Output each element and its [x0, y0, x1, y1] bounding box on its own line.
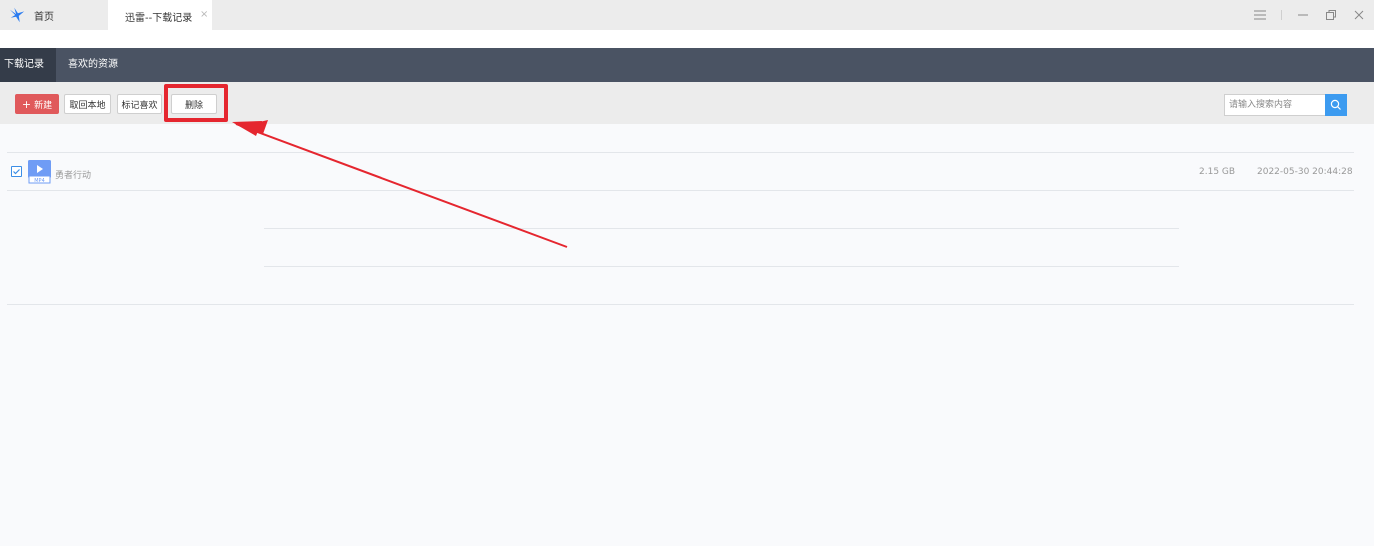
divider — [1281, 10, 1282, 20]
new-button-label: 新建 — [34, 100, 53, 111]
minimize-icon[interactable] — [1296, 8, 1310, 22]
file-size: 2.15 GB — [1199, 167, 1236, 177]
mp4-file-icon: MP4 — [28, 160, 51, 184]
search-box — [1224, 94, 1347, 116]
divider — [7, 304, 1354, 305]
delete-button[interactable]: 删除 — [171, 94, 217, 114]
table-row[interactable]: MP4 勇者行动 2.15 GB 2022-05-30 20:44:28 — [7, 154, 1354, 190]
divider — [264, 228, 1179, 229]
file-type-label: MP4 — [34, 178, 45, 184]
nav-item-download-records[interactable]: 下载记录 — [0, 48, 56, 82]
checkbox-checked-icon[interactable] — [11, 166, 22, 177]
tab-home[interactable]: 首页 — [0, 0, 106, 30]
tab-home-label: 首页 — [34, 12, 54, 23]
restore-icon[interactable] — [1324, 8, 1338, 22]
tab-close-button[interactable]: × — [200, 9, 208, 20]
new-button[interactable]: + 新建 — [15, 94, 59, 114]
search-input[interactable] — [1224, 94, 1325, 116]
tab-download-records[interactable]: 迅雷--下载记录 × — [108, 0, 212, 30]
divider — [264, 266, 1179, 267]
retrieve-local-button[interactable]: 取回本地 — [64, 94, 111, 114]
mark-favorite-button[interactable]: 标记喜欢 — [117, 94, 162, 114]
xunlei-bird-icon — [9, 7, 25, 23]
toolbar: + 新建 取回本地 标记喜欢 删除 — [0, 82, 1374, 124]
file-name: 勇者行动 — [55, 171, 92, 181]
menu-icon[interactable] — [1253, 8, 1267, 22]
file-date: 2022-05-30 20:44:28 — [1257, 167, 1353, 177]
header-spacer — [0, 30, 1374, 48]
nav-bar: 下载记录 喜欢的资源 — [0, 48, 1374, 82]
title-bar: 首页 迅雷--下载记录 × — [0, 0, 1374, 30]
nav-item-favorite-resources[interactable]: 喜欢的资源 — [64, 48, 122, 82]
tab-active-label: 迅雷--下载记录 — [125, 13, 193, 24]
plus-icon: + — [21, 97, 32, 111]
close-icon[interactable] — [1352, 8, 1366, 22]
divider — [7, 190, 1354, 191]
window-controls — [1253, 6, 1366, 24]
divider — [7, 152, 1354, 153]
search-icon[interactable] — [1325, 94, 1347, 116]
